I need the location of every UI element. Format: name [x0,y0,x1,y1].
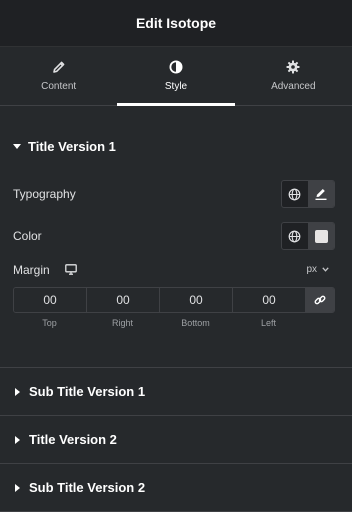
globe-icon [289,230,301,242]
pencil-icon [315,189,327,201]
section-title-version-1-toggle[interactable]: Title Version 1 [13,139,116,154]
pencil-icon [52,61,65,73]
chevron-down-icon [322,267,329,272]
color-picker-button[interactable] [307,223,334,249]
gear-icon [286,60,300,74]
caret-right-icon [15,435,20,444]
desktop-icon[interactable] [65,264,77,275]
margin-right-input[interactable]: 00 [87,288,160,312]
panel-tabs: Content Style Advanced [0,47,352,106]
color-globals-button[interactable] [282,223,308,249]
typography-edit-button[interactable] [307,181,334,207]
typography-controls [281,180,335,208]
margin-bottom-label: Bottom [181,318,210,328]
tab-advanced[interactable]: Advanced [235,47,352,105]
margin-side-labels: Top Right Bottom Left [13,318,335,328]
margin-left-label: Left [260,318,276,328]
margin-top-label: Top [42,318,57,328]
margin-bottom-input[interactable]: 00 [160,288,233,312]
margin-left-input[interactable]: 00 [233,288,306,312]
caret-right-icon [15,387,20,396]
section-label: Sub Title Version 1 [29,384,146,399]
link-values-button[interactable] [306,288,334,312]
color-controls [281,222,335,250]
unit-value: px [306,264,317,275]
section-sub-title-version-2[interactable]: Sub Title Version 2 [0,464,352,512]
margin-label: Margin [13,263,50,277]
panel-header: Edit Isotope [0,0,352,47]
caret-right-icon [15,483,20,492]
section-title-label: Title Version 1 [28,139,116,154]
color-swatch [314,229,328,243]
section-title-version-1: Title Version 1 Typography Color Margin … [0,106,352,368]
section-label: Sub Title Version 2 [29,480,146,495]
margin-right-label: Right [111,318,133,328]
caret-down-icon [13,144,21,149]
margin-control-header: Margin px [13,263,335,279]
section-sub-title-version-1[interactable]: Sub Title Version 1 [0,368,352,416]
unit-selector[interactable]: px [306,264,329,275]
tab-style-label: Style [164,81,188,92]
section-title-version-2[interactable]: Title Version 2 [0,416,352,464]
link-icon [314,295,326,305]
tab-advanced-label: Advanced [271,81,316,92]
tab-style[interactable]: Style [117,47,235,106]
tab-content[interactable]: Content [0,47,117,105]
typography-label: Typography [13,187,76,201]
half-circle-icon [169,60,183,74]
color-label: Color [13,229,42,243]
typography-globals-button[interactable] [282,181,308,207]
globe-icon [289,188,301,200]
margin-top-input[interactable]: 00 [14,288,87,312]
panel-title: Edit Isotope [135,15,217,31]
margin-inputs: 00 00 00 00 [13,287,335,313]
section-label: Title Version 2 [29,432,117,447]
tab-content-label: Content [41,81,77,92]
